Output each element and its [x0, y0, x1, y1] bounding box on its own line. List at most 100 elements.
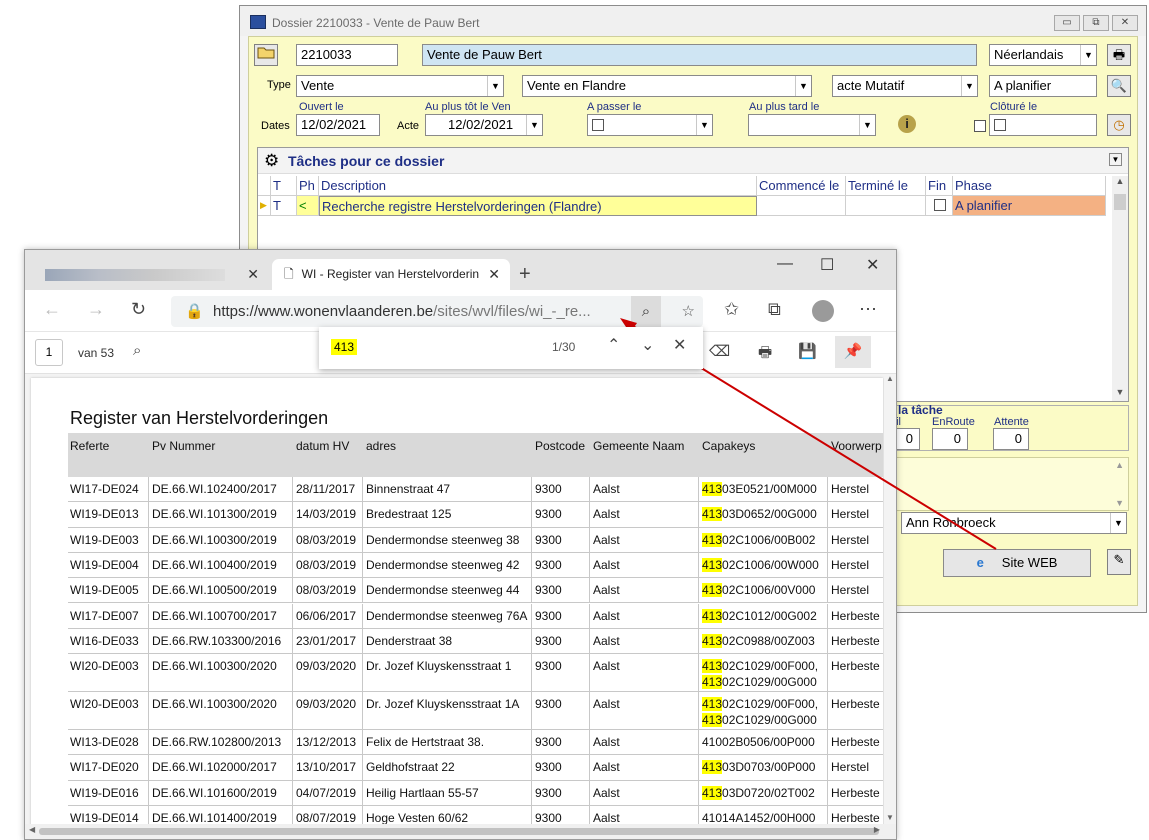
- subtype-select[interactable]: Vente en Flandre ▼: [522, 75, 812, 97]
- add-favorite-icon[interactable]: ☆: [682, 296, 695, 327]
- cell-postcode: 9300: [535, 482, 562, 496]
- find-input[interactable]: 413: [331, 339, 358, 355]
- type-select[interactable]: Vente ▼: [296, 75, 504, 97]
- folder-open-button[interactable]: [254, 44, 278, 66]
- find-next-icon[interactable]: ⌄: [641, 335, 654, 355]
- cell-pv-nummer: DE.66.WI.101600/2019: [152, 785, 277, 800]
- find-close-icon[interactable]: ✕: [673, 335, 686, 355]
- info-button[interactable]: i: [895, 114, 919, 136]
- closed-date-field[interactable]: [989, 114, 1097, 136]
- gear-icon[interactable]: ⚙: [264, 152, 279, 169]
- column-divider: [531, 527, 532, 553]
- address-bar[interactable]: 🔒 https://www.wonenvlaanderen.be/sites/w…: [171, 296, 703, 327]
- minimize-button[interactable]: ▭: [1054, 15, 1080, 31]
- profile-avatar[interactable]: [812, 300, 834, 322]
- back-button[interactable]: ←: [43, 299, 61, 320]
- pin-icon[interactable]: 📌: [835, 336, 871, 368]
- tasks-grid: T Ph Description Commencé le Terminé le …: [258, 176, 1114, 216]
- col-description[interactable]: Description: [319, 176, 757, 196]
- clock-button[interactable]: ◷: [1107, 114, 1131, 136]
- assignee-select[interactable]: Ann Ronbroeck ▼: [901, 512, 1127, 534]
- opened-date-field[interactable]: 12/02/2021: [296, 114, 380, 136]
- cell-pv-nummer: DE.66.WI.100300/2019: [152, 532, 277, 547]
- dossier-titlebar[interactable]: Dossier 2210033 - Vente de Pauw Bert ▭ ⧉…: [240, 6, 1146, 36]
- reader-icon[interactable]: ⌕: [631, 296, 661, 327]
- state-field[interactable]: A planifier: [989, 75, 1097, 97]
- column-divider: [531, 755, 532, 781]
- to-pass-select[interactable]: ▼: [587, 114, 713, 136]
- col-phase[interactable]: Phase: [953, 176, 1106, 196]
- pdf-horizontal-scrollbar[interactable]: ◀ ▶: [25, 824, 896, 839]
- column-divider: [148, 552, 149, 579]
- page-number-input[interactable]: 1: [35, 339, 63, 366]
- find-previous-icon[interactable]: ⌃: [607, 335, 620, 355]
- search-button[interactable]: 🔍: [1107, 75, 1131, 97]
- to-pass-checkbox[interactable]: [592, 119, 604, 131]
- dossier-name-field[interactable]: Vente de Pauw Bert: [422, 44, 977, 66]
- collections-icon[interactable]: ⧉: [768, 299, 781, 320]
- col-t[interactable]: T: [271, 176, 297, 196]
- minimize-window-button[interactable]: —: [777, 255, 793, 273]
- printer-icon: 🖶: [1112, 47, 1126, 62]
- task-description[interactable]: Recherche registre Herstelvorderingen (F…: [319, 196, 757, 216]
- pdf-vertical-scrollbar[interactable]: ▲ ▼: [884, 374, 896, 824]
- status-c2-field[interactable]: 0: [932, 428, 968, 450]
- col-fin[interactable]: Fin: [926, 176, 953, 196]
- more-menu-icon[interactable]: ⋯: [859, 299, 877, 320]
- language-select[interactable]: Néerlandais ▼: [989, 44, 1097, 66]
- maximize-window-button[interactable]: ☐: [820, 255, 834, 275]
- cell-adres: Dr. Jozef Kluyskensstraat 1: [366, 659, 512, 674]
- dates-label: Dates: [261, 120, 290, 132]
- notes-scroll-down[interactable]: ▼: [1115, 498, 1124, 508]
- edit-button[interactable]: ✎: [1107, 549, 1131, 575]
- tab-active[interactable]: 🗋 WI - Register van Herstelvorderin ✕: [272, 259, 510, 290]
- column-divider: [292, 527, 293, 553]
- cell-pv-nummer: DE.66.WI.100500/2019: [152, 583, 277, 598]
- closed-checkbox[interactable]: [974, 120, 986, 132]
- close-button[interactable]: ✕: [1112, 15, 1138, 31]
- search-icon[interactable]: ⌕: [133, 342, 141, 359]
- column-divider: [589, 806, 590, 824]
- task-row[interactable]: ▶ T < Recherche registre Herstelvorderin…: [258, 196, 1114, 216]
- search-highlight: 413: [702, 713, 723, 728]
- column-divider: [292, 552, 293, 579]
- print-icon[interactable]: 🖶: [758, 342, 772, 367]
- refresh-button[interactable]: ↻: [131, 299, 146, 320]
- close-tab-icon[interactable]: ✕: [247, 259, 259, 290]
- collapse-icon[interactable]: ▼: [1109, 153, 1122, 166]
- col-started[interactable]: Commencé le: [757, 176, 846, 196]
- favorites-icon[interactable]: ✩: [724, 299, 739, 320]
- tab-inactive[interactable]: ✕: [37, 259, 269, 290]
- col-ph[interactable]: Ph: [297, 176, 319, 196]
- act-date-select[interactable]: 12/02/2021 ▼: [425, 114, 543, 136]
- cell-voorwerp: Herstel: [831, 532, 870, 547]
- cell-adres: Heilig Hartlaan 55-57: [366, 785, 479, 800]
- col-finished[interactable]: Terminé le: [846, 176, 926, 196]
- restore-button[interactable]: ⧉: [1083, 15, 1109, 31]
- notes-area[interactable]: ▲ ▼: [889, 457, 1129, 511]
- cell-capakeys: 41303E0521/00M000: [702, 481, 817, 497]
- column-divider: [148, 780, 149, 806]
- task-fin-checkbox[interactable]: [934, 199, 946, 211]
- act-select[interactable]: acte Mutatif ▼: [832, 75, 978, 97]
- notes-scroll-up[interactable]: ▲: [1115, 460, 1124, 470]
- search-highlight: 413: [702, 507, 723, 522]
- site-web-button[interactable]: e Site WEB: [943, 549, 1091, 577]
- forward-button[interactable]: →: [87, 299, 105, 320]
- print-button[interactable]: 🖶: [1107, 44, 1131, 66]
- column-divider: [531, 502, 532, 528]
- close-window-button[interactable]: ✕: [866, 255, 879, 275]
- search-highlight: 413: [702, 760, 723, 775]
- status-c3-field[interactable]: 0: [993, 428, 1029, 450]
- search-highlight: 413: [702, 697, 723, 712]
- closed-date-checkbox[interactable]: [994, 119, 1006, 131]
- dossier-number-field[interactable]: 2210033: [296, 44, 398, 66]
- save-icon[interactable]: 💾: [798, 342, 817, 360]
- chevron-down-icon: ▼: [961, 76, 977, 96]
- close-tab-icon[interactable]: ✕: [488, 259, 500, 290]
- erase-icon[interactable]: ⌫: [709, 342, 730, 360]
- tasks-scrollbar[interactable]: ▲ ▼: [1112, 176, 1128, 401]
- latest-select[interactable]: ▼: [748, 114, 876, 136]
- new-tab-button[interactable]: +: [519, 263, 531, 286]
- pdf-viewport[interactable]: Register van Herstelvorderingen Referte …: [25, 374, 896, 824]
